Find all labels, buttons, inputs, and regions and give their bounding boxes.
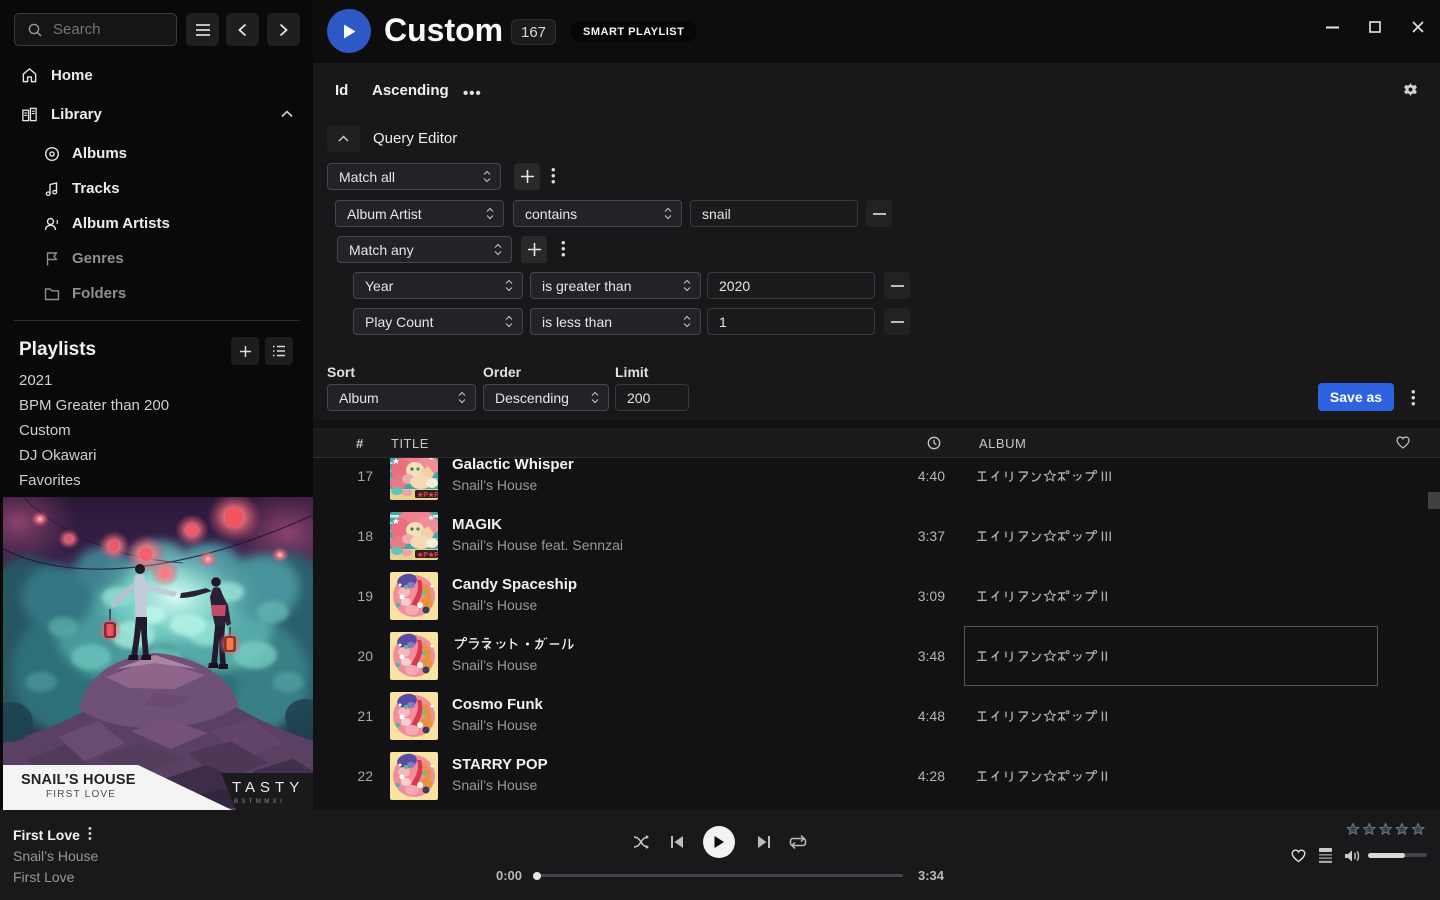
svg-text:TASTY: TASTY — [232, 779, 304, 796]
svg-text:SNAIL’S HOUSE: SNAIL’S HOUSE — [21, 772, 136, 788]
svg-text:FIRST LOVE: FIRST LOVE — [46, 789, 116, 800]
svg-text:BSTMMXI: BSTMMXI — [234, 799, 285, 805]
